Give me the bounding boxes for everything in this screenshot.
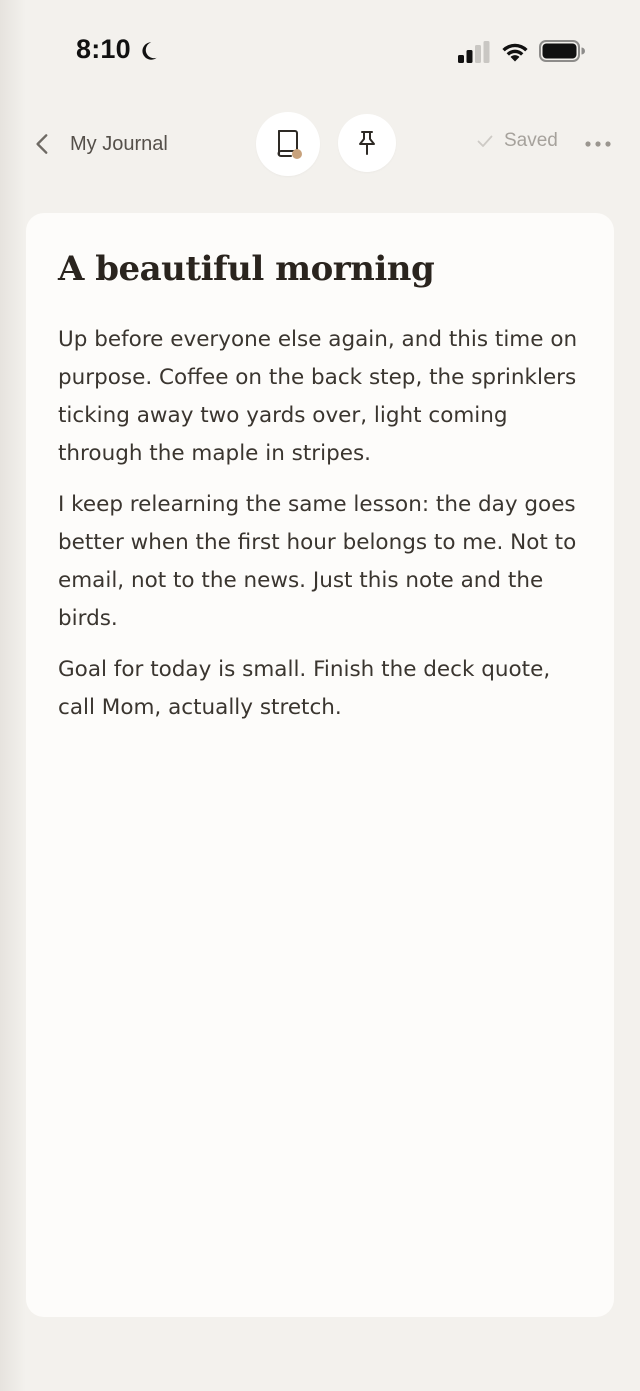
back-label: My Journal [70,132,168,155]
journal-book-icon [277,130,302,159]
battery-icon [539,40,585,62]
pin-button[interactable] [338,114,396,172]
note-card: A beautiful morning Up before everyone e… [26,213,614,1317]
checkmark-icon [477,135,493,147]
saved-label: Saved [504,130,558,151]
more-dots-icon [585,141,611,147]
saved-status: Saved [476,130,558,152]
back-button[interactable]: My Journal [30,126,168,162]
more-options-button[interactable] [580,130,616,158]
note-body-editor[interactable]: Up before everyone else again, and this … [58,321,588,740]
wifi-icon [502,43,528,62]
note-paragraph: Goal for today is small. Finish the deck… [58,657,551,720]
signal-icon [458,41,490,63]
note-paragraph: I keep relearning the same lesson: the d… [58,492,577,631]
pin-icon [359,131,375,155]
note-paragraph: Up before everyone else again, and this … [58,327,578,466]
edge-shade [0,0,26,1391]
editor-header: My Journal Saved [0,104,640,184]
moon-icon [142,42,157,60]
note-title[interactable]: A beautiful morning [58,249,435,289]
status-bar: 8:10 [0,0,640,104]
status-time: 8:10 [76,34,131,64]
journal-button[interactable] [256,112,320,176]
chevron-left-icon [36,134,48,154]
